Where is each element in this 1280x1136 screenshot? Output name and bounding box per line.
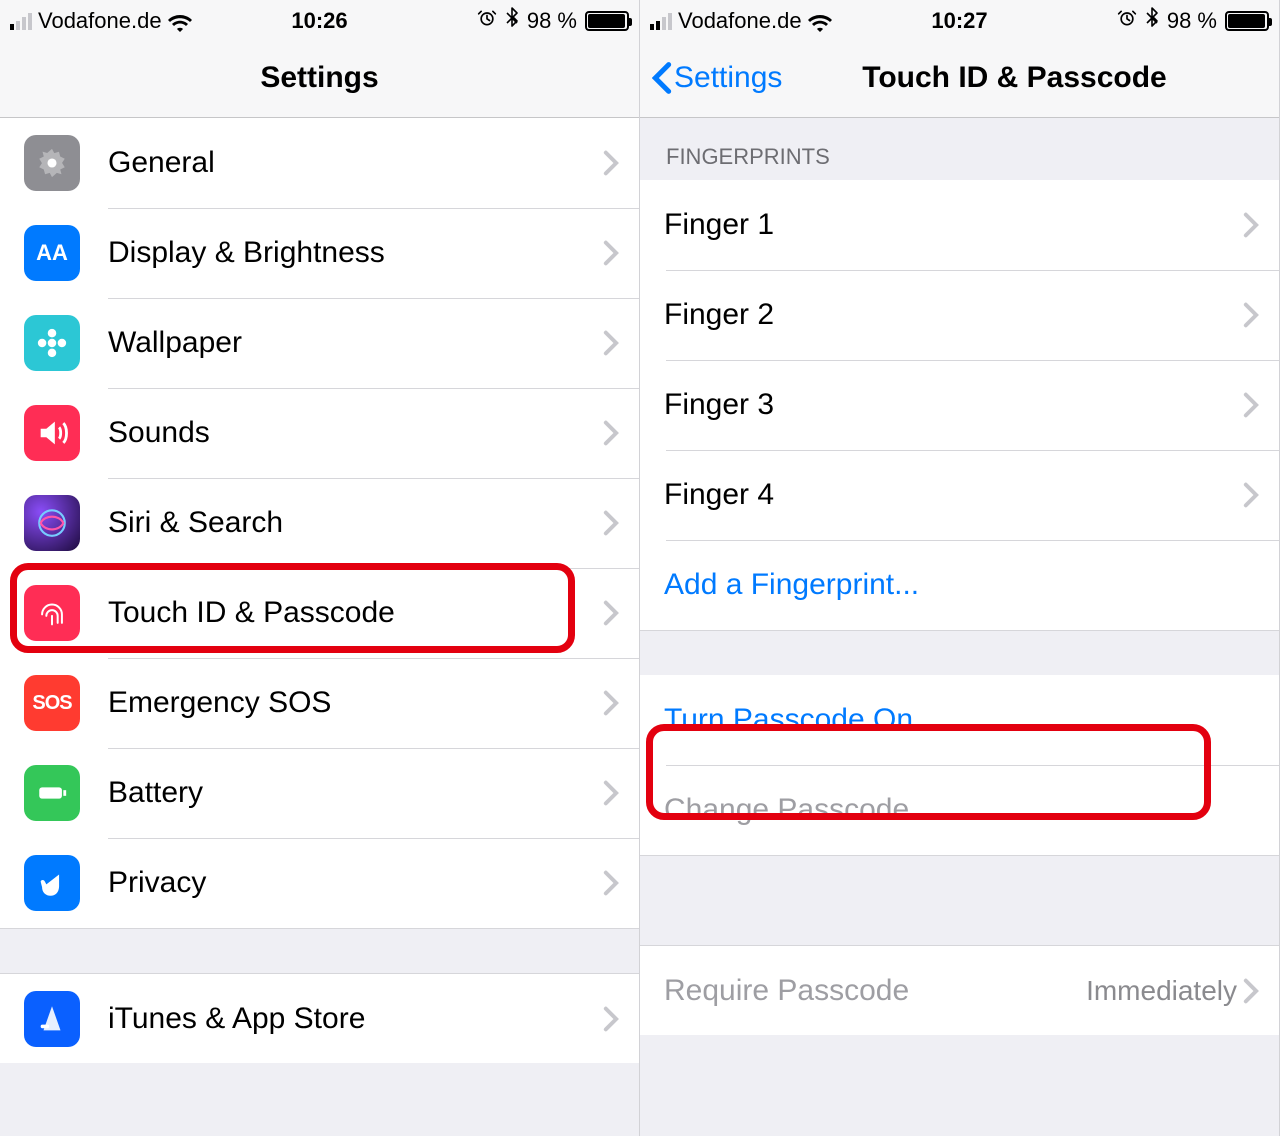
- status-bar: Vodafone.de 10:27 98 %: [640, 0, 1279, 38]
- sos-icon: SOS: [24, 675, 80, 731]
- settings-row-wallpaper[interactable]: Wallpaper: [0, 298, 639, 388]
- settings-row-itunes[interactable]: iTunes & App Store: [0, 973, 639, 1063]
- row-label: Sounds: [108, 416, 603, 450]
- carrier-label: Vodafone.de: [678, 8, 802, 34]
- fingerprint-row[interactable]: Finger 1: [640, 180, 1279, 270]
- fingerprint-row[interactable]: Finger 2: [640, 270, 1279, 360]
- chevron-right-icon: [1243, 482, 1259, 508]
- battery-icon: [1225, 11, 1269, 31]
- flower-icon: [24, 315, 80, 371]
- fingerprint-icon: [24, 585, 80, 641]
- appstore-icon: [24, 991, 80, 1047]
- chevron-right-icon: [603, 870, 619, 896]
- carrier-label: Vodafone.de: [38, 8, 162, 34]
- status-bar: Vodafone.de 10:26 98 %: [0, 0, 639, 38]
- settings-row-display[interactable]: AA Display & Brightness: [0, 208, 639, 298]
- hand-icon: [24, 855, 80, 911]
- fingerprint-row[interactable]: Finger 4: [640, 450, 1279, 540]
- row-label: Emergency SOS: [108, 686, 603, 720]
- battery-row-icon: [24, 765, 80, 821]
- speaker-icon: [24, 405, 80, 461]
- change-passcode-row[interactable]: Change Passcode: [640, 765, 1279, 855]
- row-label: Finger 2: [664, 298, 1243, 332]
- row-label: Finger 3: [664, 388, 1243, 422]
- battery-percent: 98 %: [527, 8, 577, 34]
- section-gap: [0, 928, 639, 973]
- clock: 10:26: [291, 8, 347, 34]
- row-label: General: [108, 146, 603, 180]
- row-label: Require Passcode: [664, 974, 1086, 1008]
- touchid-pane: Vodafone.de 10:27 98 % Settings Touch ID…: [640, 0, 1280, 1136]
- signal-icon: [650, 12, 672, 30]
- settings-row-battery[interactable]: Battery: [0, 748, 639, 838]
- nav-bar: Settings: [0, 38, 639, 118]
- fingerprint-row[interactable]: Finger 3: [640, 360, 1279, 450]
- chevron-right-icon: [603, 690, 619, 716]
- row-label: Change Passcode: [664, 793, 1259, 827]
- chevron-right-icon: [603, 600, 619, 626]
- clock: 10:27: [931, 8, 987, 34]
- chevron-right-icon: [1243, 978, 1259, 1004]
- row-label: Siri & Search: [108, 506, 603, 540]
- settings-row-touchid[interactable]: Touch ID & Passcode: [0, 568, 639, 658]
- fingerprints-header: FINGERPRINTS: [640, 118, 1279, 180]
- row-label: Finger 4: [664, 478, 1243, 512]
- require-passcode-row[interactable]: Require Passcode Immediately: [640, 945, 1279, 1035]
- alarm-icon: [1117, 8, 1137, 34]
- settings-list: General AA Display & Brightness Wallpape…: [0, 118, 639, 928]
- row-label: Battery: [108, 776, 603, 810]
- signal-icon: [10, 12, 32, 30]
- alarm-icon: [477, 8, 497, 34]
- row-label: Finger 1: [664, 208, 1243, 242]
- chevron-right-icon: [603, 150, 619, 176]
- bluetooth-icon: [1145, 7, 1159, 35]
- row-label: Touch ID & Passcode: [108, 596, 603, 630]
- chevron-right-icon: [603, 420, 619, 446]
- back-button[interactable]: Settings: [652, 61, 782, 95]
- bluetooth-icon: [505, 7, 519, 35]
- gear-icon: [24, 135, 80, 191]
- chevron-right-icon: [603, 780, 619, 806]
- row-label: Add a Fingerprint...: [664, 568, 1259, 602]
- settings-row-sos[interactable]: SOS Emergency SOS: [0, 658, 639, 748]
- wifi-icon: [168, 12, 192, 30]
- chevron-right-icon: [603, 1006, 619, 1032]
- turn-passcode-on-row[interactable]: Turn Passcode On: [640, 675, 1279, 765]
- battery-icon: [585, 11, 629, 31]
- page-title: Settings: [0, 61, 639, 95]
- row-value: Immediately: [1086, 975, 1237, 1007]
- chevron-right-icon: [1243, 212, 1259, 238]
- chevron-right-icon: [603, 330, 619, 356]
- settings-row-privacy[interactable]: Privacy: [0, 838, 639, 928]
- settings-row-general[interactable]: General: [0, 118, 639, 208]
- chevron-right-icon: [603, 240, 619, 266]
- row-label: Privacy: [108, 866, 603, 900]
- siri-icon: [24, 495, 80, 551]
- section-gap: [640, 630, 1279, 675]
- fingerprints-list: Finger 1 Finger 2 Finger 3 Finger 4 Add …: [640, 180, 1279, 630]
- back-label: Settings: [674, 61, 782, 95]
- text-size-icon: AA: [24, 225, 80, 281]
- settings-row-sounds[interactable]: Sounds: [0, 388, 639, 478]
- battery-percent: 98 %: [1167, 8, 1217, 34]
- add-fingerprint-row[interactable]: Add a Fingerprint...: [640, 540, 1279, 630]
- chevron-right-icon: [1243, 302, 1259, 328]
- row-label: Display & Brightness: [108, 236, 603, 270]
- nav-bar: Settings Touch ID & Passcode: [640, 38, 1279, 118]
- wifi-icon: [808, 12, 832, 30]
- row-label: Turn Passcode On: [664, 703, 1259, 737]
- settings-root-pane: Vodafone.de 10:26 98 % Settings General: [0, 0, 640, 1136]
- chevron-right-icon: [1243, 392, 1259, 418]
- row-label: Wallpaper: [108, 326, 603, 360]
- section-gap: [640, 855, 1279, 945]
- chevron-right-icon: [603, 510, 619, 536]
- row-label: iTunes & App Store: [108, 1002, 603, 1036]
- settings-row-siri[interactable]: Siri & Search: [0, 478, 639, 568]
